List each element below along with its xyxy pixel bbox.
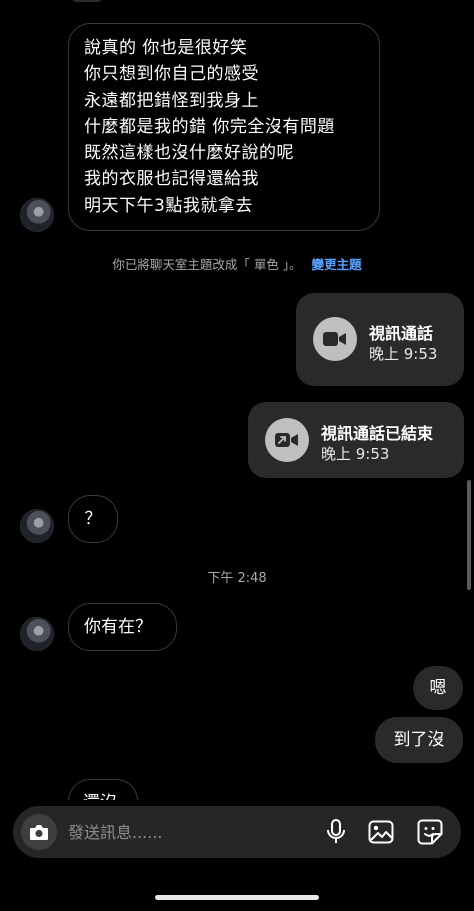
video-call-ended-card[interactable]: 視訊通話已結束 晚上 9:53 [248,402,464,478]
message-composer [13,806,461,858]
message-text: ？ [84,509,102,529]
incoming-message[interactable]: 你有在？ [68,603,177,651]
avatar[interactable] [20,509,54,543]
message-text: 到了沒 [393,730,445,750]
image-icon[interactable] [367,818,395,846]
top-partial-item [72,0,102,2]
message-text: 說真的 你也是很好笑 你只想到你自己的感受 永遠都把錯怪到我身上 什麼都是我的錯… [84,38,335,216]
call-time: 晚上 9:53 [369,345,438,363]
timestamp: 下午 2:48 [207,571,267,586]
outgoing-message[interactable]: 嗯 [413,666,463,710]
call-title: 視訊通話已結束 [321,424,434,443]
incoming-message[interactable]: ？ [68,495,118,543]
home-indicator [155,895,319,900]
sticker-icon[interactable] [416,818,444,846]
message-input[interactable] [68,821,268,843]
incoming-message[interactable]: 說真的 你也是很好笑 你只想到你自己的感受 永遠都把錯怪到我身上 什麼都是我的錯… [68,23,380,231]
avatar[interactable] [20,198,54,232]
theme-change-text: 你已將聊天室主題改成「 單色 」。 [112,257,302,272]
message-thread[interactable]: 說真的 你也是很好笑 你只想到你自己的感受 永遠都把錯怪到我身上 什麼都是我的錯… [0,0,474,800]
video-call-card[interactable]: 視訊通話 晚上 9:53 [296,293,464,386]
call-time: 晚上 9:53 [321,445,390,463]
scrollbar[interactable] [467,480,471,590]
message-text: 還沒 [83,793,117,800]
microphone-icon[interactable] [322,818,350,846]
message-text: 你有在？ [84,617,152,637]
message-text: 嗯 [429,678,447,698]
avatar[interactable] [20,617,54,651]
theme-change-note: 你已將聊天室主題改成「 單色 」。 變更主題 [0,254,474,273]
outgoing-message[interactable]: 到了沒 [375,717,463,763]
call-title: 視訊通話 [369,324,434,343]
camera-icon [29,824,49,841]
change-theme-link[interactable]: 變更主題 [312,257,362,272]
camera-button[interactable] [21,814,57,850]
video-camera-icon [313,317,357,361]
incoming-message[interactable]: 還沒 [68,779,138,800]
call-ended-icon [265,418,309,462]
